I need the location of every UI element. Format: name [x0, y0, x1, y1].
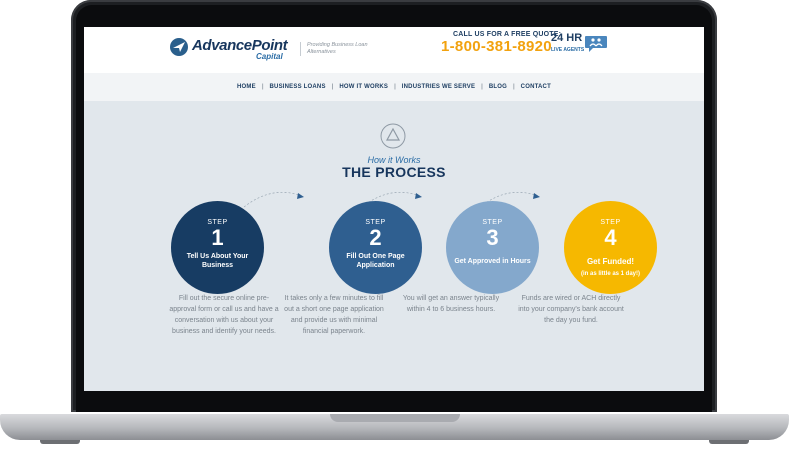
step-number: 4 [604, 225, 617, 250]
step-1-description: Fill out the secure online pre-approval … [169, 295, 279, 335]
laptop-foot-left [40, 440, 80, 444]
laptop-notch [330, 414, 460, 422]
laptop-foot-right [709, 440, 749, 444]
step-number: 3 [486, 225, 499, 250]
step-title: Tell Us About Your Business [186, 253, 249, 269]
step-3-circle: STEP 3 Get Approved in Hours [446, 201, 539, 294]
website-screen: AdvancePoint Capital Providing Business … [84, 27, 704, 391]
step-note: (in as little as 1 day!) [580, 271, 641, 277]
step-number: 1 [211, 225, 224, 250]
step-title: Fill Out One Page Application [346, 253, 405, 269]
step-title: Get Approved in Hours [454, 258, 531, 265]
step-title: Get Funded! [586, 257, 635, 266]
step-2-description: It takes only a few minutes to fill out … [284, 295, 384, 335]
step-number: 2 [369, 225, 382, 250]
laptop-base [0, 414, 789, 440]
step-2-circle: STEP 2 Fill Out One Page Application [329, 201, 422, 294]
step-1-circle: STEP 1 Tell Us About Your Business [171, 201, 264, 294]
step-3-description: You will get an answer typically within … [402, 295, 500, 313]
step-4-circle: STEP 4 Get Funded! (in as little as 1 day!) [564, 201, 657, 294]
step-4-description: Funds are wired or ACH directly into you… [518, 295, 624, 324]
